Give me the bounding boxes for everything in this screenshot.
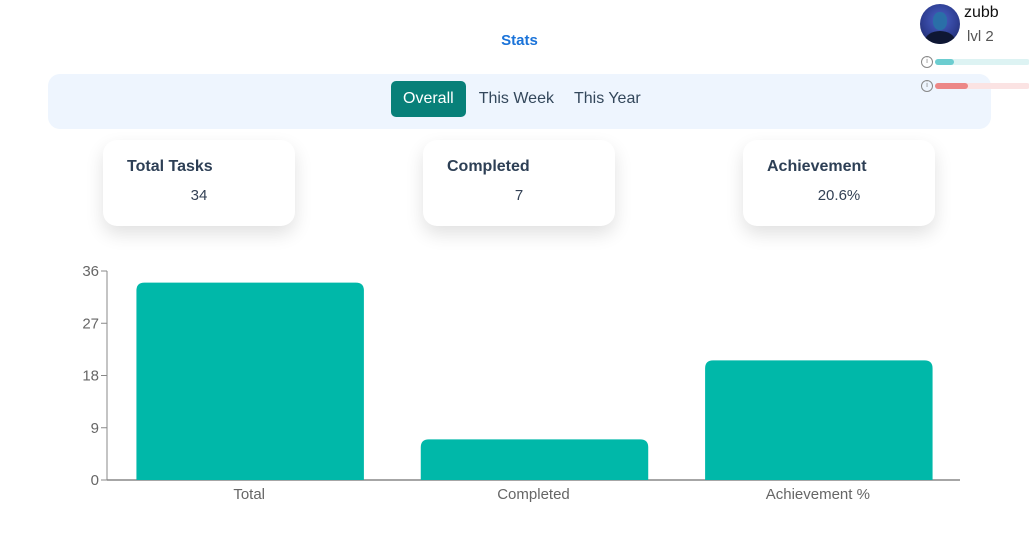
stat-card-value: 7 — [514, 187, 524, 204]
bar — [705, 360, 933, 480]
tab-overall[interactable]: Overall — [391, 81, 466, 117]
stat-card-total-tasks: Total Tasks 34 — [103, 140, 295, 226]
bar — [420, 439, 649, 480]
tab-group: Overall This Week This Year — [391, 81, 648, 117]
progress-bar-2: i — [920, 79, 1029, 93]
avatar-face — [933, 12, 947, 30]
progress-track — [935, 59, 1029, 65]
stat-card-value: 20.6% — [817, 187, 861, 204]
username: zubb — [964, 4, 999, 21]
tab-this-year[interactable]: This Year — [567, 81, 648, 117]
page-title: Stats — [501, 32, 538, 49]
y-tick-label: 18 — [82, 368, 99, 385]
y-tick-label: 27 — [82, 315, 99, 332]
stat-card-label: Achievement — [767, 158, 867, 175]
stat-card-label: Total Tasks — [127, 158, 213, 175]
x-tick-label: Total — [233, 486, 265, 503]
info-icon[interactable]: i — [921, 80, 933, 92]
y-tick-label: 36 — [82, 263, 99, 280]
tab-this-week[interactable]: This Week — [472, 81, 561, 117]
progress-track — [935, 83, 1029, 89]
y-tick-label: 9 — [91, 420, 99, 437]
stat-card-value: 34 — [190, 187, 208, 204]
progress-bar-1: i — [920, 55, 1029, 69]
info-icon[interactable]: i — [921, 56, 933, 68]
progress-fill — [935, 59, 954, 65]
y-tick-label: 0 — [91, 472, 99, 489]
bar — [136, 282, 364, 480]
avatar[interactable] — [920, 4, 960, 44]
stat-card-achievement: Achievement 20.6% — [743, 140, 935, 226]
progress-fill — [935, 83, 969, 89]
bar-chart: 0 9 18 27 36 Total Completed Achievement % — [82, 263, 960, 503]
stat-card-label: Completed — [447, 158, 530, 175]
user-profile[interactable]: zubb lvl 2 i i — [919, 2, 1029, 94]
x-tick-label: Completed — [497, 486, 570, 503]
user-level: lvl 2 — [967, 28, 994, 45]
stat-card-completed: Completed 7 — [423, 140, 615, 226]
x-tick-label: Achievement % — [766, 486, 870, 503]
avatar-body — [925, 31, 955, 44]
